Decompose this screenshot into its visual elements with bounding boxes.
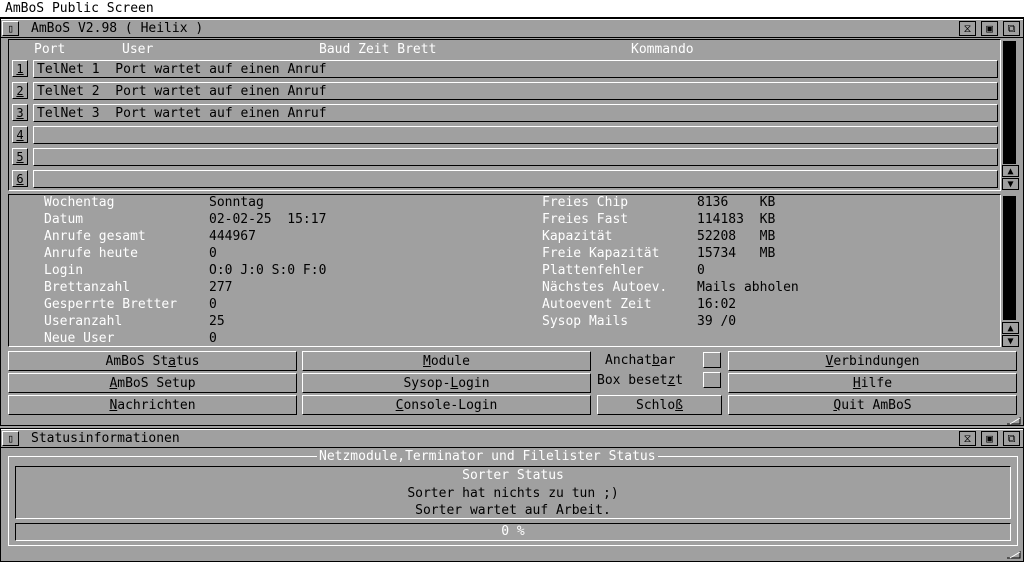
info-value: 277 bbox=[209, 280, 233, 295]
main-window: ▯ AmBoS V2.98 ( Heilix ) ⧖ ▣ ⧉ Port User… bbox=[0, 18, 1024, 426]
anchatbar-label: Anchatbar bbox=[605, 353, 676, 368]
module-button[interactable]: Module bbox=[302, 351, 591, 371]
col-port: Port bbox=[34, 42, 66, 57]
info-value: Mails abholen bbox=[697, 280, 799, 295]
arrow-up-icon[interactable]: ▲ bbox=[1002, 165, 1019, 177]
port-row[interactable]: TelNet 3 Port wartet auf einen Anruf bbox=[33, 104, 998, 122]
status-window-title: Statusinformationen bbox=[31, 431, 180, 446]
port-number-button[interactable]: 6 bbox=[12, 170, 28, 187]
hilfe-button[interactable]: Hilfe bbox=[728, 373, 1017, 393]
info-label: Nächstes Autoev. bbox=[542, 280, 668, 295]
schloss-button[interactable]: Schlo ß bbox=[597, 395, 722, 415]
info-label: Neue User bbox=[44, 331, 115, 346]
info-value: 8136 KB bbox=[697, 195, 776, 210]
status-line-1: Sorter Status bbox=[462, 468, 564, 483]
info-label: Freie Kapazität bbox=[542, 246, 660, 261]
status-window: ▯ Statusinformationen ⧖ ▣ ⧉ Netzmodule,T… bbox=[0, 428, 1024, 562]
info-value: 52208 MB bbox=[697, 229, 776, 244]
info-value: 15734 MB bbox=[697, 246, 776, 261]
depth-icon[interactable]: ⧉ bbox=[1003, 21, 1020, 36]
info-label: Plattenfehler bbox=[542, 263, 644, 278]
quit-ambos-button[interactable]: Quit AmBoS bbox=[728, 395, 1017, 415]
info-arrow-down-icon[interactable]: ▼ bbox=[1002, 335, 1019, 347]
info-scrollbar[interactable]: ▲ ▼ bbox=[1002, 194, 1019, 347]
info-label: Anrufe gesamt bbox=[44, 229, 146, 244]
port-row[interactable] bbox=[33, 148, 998, 166]
port-list: Port User Baud Zeit Brett Kommando 1 TelN… bbox=[8, 39, 1001, 191]
info-value: 16:02 bbox=[697, 297, 737, 312]
info-value: 444967 bbox=[209, 229, 256, 244]
port-number-button[interactable]: 4 bbox=[12, 126, 28, 143]
port-number-button[interactable]: 2 bbox=[12, 82, 28, 99]
box-besetzt-label: Box besetzt bbox=[597, 373, 684, 388]
port-number-button[interactable]: 3 bbox=[12, 104, 28, 121]
info-value: Sonntag bbox=[209, 195, 264, 210]
status-iconify-icon[interactable]: ▣ bbox=[981, 431, 998, 446]
port-row[interactable] bbox=[33, 126, 998, 144]
ambos-status-button[interactable]: AmBoS St a tus bbox=[8, 351, 297, 371]
info-label: Freies Fast bbox=[542, 212, 629, 227]
anchatbar-checkbox[interactable] bbox=[703, 352, 721, 368]
port-row[interactable] bbox=[33, 170, 998, 188]
zoom-icon[interactable]: ⧖ bbox=[959, 21, 976, 36]
screen-title-bar: AmBoS Public Screen bbox=[0, 0, 1024, 34]
resize-icon[interactable] bbox=[1007, 417, 1021, 425]
info-value: 114183 KB bbox=[697, 212, 776, 227]
info-label: Autoevent Zeit bbox=[542, 297, 652, 312]
col-user: User bbox=[122, 42, 154, 57]
info-label: Brettanzahl bbox=[44, 280, 131, 295]
info-value: 02-02-25 15:17 bbox=[209, 212, 327, 227]
info-value: 0 bbox=[209, 297, 217, 312]
port-number-button[interactable]: 1 bbox=[12, 60, 28, 77]
status-close-icon[interactable]: ▯ bbox=[2, 431, 19, 446]
sysop-login-button[interactable]: Sysop- Login bbox=[302, 373, 591, 393]
info-label: Wochentag bbox=[44, 195, 115, 210]
status-window-titlebar[interactable]: ▯ Statusinformationen ⧖ ▣ ⧉ bbox=[1, 429, 1023, 448]
scroll-knob[interactable] bbox=[1003, 41, 1016, 164]
status-line-2: Sorter hat nichts zu tun ;) bbox=[407, 486, 619, 501]
info-panel: Wochentag Sonntag Datum 02-02-25 15:17 Anruf… bbox=[8, 194, 1001, 347]
arrow-down-icon[interactable]: ▼ bbox=[1002, 178, 1019, 190]
port-row[interactable]: TelNet 1 Port wartet auf einen Anruf bbox=[33, 60, 998, 78]
info-label: Useranzahl bbox=[44, 314, 123, 329]
info-label: Datum bbox=[44, 212, 84, 227]
info-value: 25 bbox=[209, 314, 225, 329]
info-value: O:0 J:0 S:0 F:0 bbox=[209, 263, 327, 278]
status-line-3: Sorter wartet auf Arbeit. bbox=[415, 503, 611, 518]
status-resize-icon[interactable] bbox=[1007, 551, 1021, 559]
port-list-scrollbar[interactable]: ▲ ▼ bbox=[1002, 39, 1019, 191]
info-label: Gesperrte Bretter bbox=[44, 297, 178, 312]
main-window-titlebar[interactable]: ▯ AmBoS V2.98 ( Heilix ) ⧖ ▣ ⧉ bbox=[1, 19, 1023, 38]
info-value: 0 bbox=[209, 331, 217, 346]
progress-bar: 0 % bbox=[15, 523, 1011, 541]
info-label: Login bbox=[44, 263, 84, 278]
console-login-button[interactable]: Console-Login bbox=[302, 395, 591, 415]
info-value: 0 bbox=[209, 246, 217, 261]
screen-title: AmBoS Public Screen bbox=[5, 1, 154, 16]
box-besetzt-checkbox[interactable] bbox=[703, 372, 721, 388]
port-number-button[interactable]: 5 bbox=[12, 148, 28, 165]
port-row[interactable]: TelNet 2 Port wartet auf einen Anruf bbox=[33, 82, 998, 100]
col-baud: Baud Zeit Brett bbox=[319, 42, 437, 57]
main-window-title: AmBoS V2.98 ( Heilix ) bbox=[31, 21, 204, 36]
nachrichten-button[interactable]: Nachrichten bbox=[8, 395, 297, 415]
info-label: Freies Chip bbox=[542, 195, 629, 210]
status-depth-icon[interactable]: ⧉ bbox=[1003, 431, 1020, 446]
status-group-title: Netzmodule,Terminator und Filelister Sta… bbox=[317, 449, 658, 464]
ambos-setup-button[interactable]: AmBoS Setup bbox=[8, 373, 297, 393]
status-zoom-icon[interactable]: ⧖ bbox=[959, 431, 976, 446]
info-label: Kapazität bbox=[542, 229, 613, 244]
iconify-icon[interactable]: ▣ bbox=[981, 21, 998, 36]
col-kommando: Kommando bbox=[631, 42, 694, 57]
verbindungen-button[interactable]: Verbindungen bbox=[728, 351, 1017, 371]
status-text-area: Sorter Status Sorter hat nichts zu tun ;… bbox=[15, 466, 1011, 519]
info-scroll-knob[interactable] bbox=[1003, 196, 1016, 320]
info-arrow-up-icon[interactable]: ▲ bbox=[1002, 322, 1019, 334]
info-value: 39 /0 bbox=[697, 314, 737, 329]
info-label: Anrufe heute bbox=[44, 246, 138, 261]
info-value: 0 bbox=[697, 263, 705, 278]
progress-text: 0 % bbox=[501, 524, 525, 539]
info-label: Sysop Mails bbox=[542, 314, 629, 329]
close-icon[interactable]: ▯ bbox=[2, 21, 19, 36]
